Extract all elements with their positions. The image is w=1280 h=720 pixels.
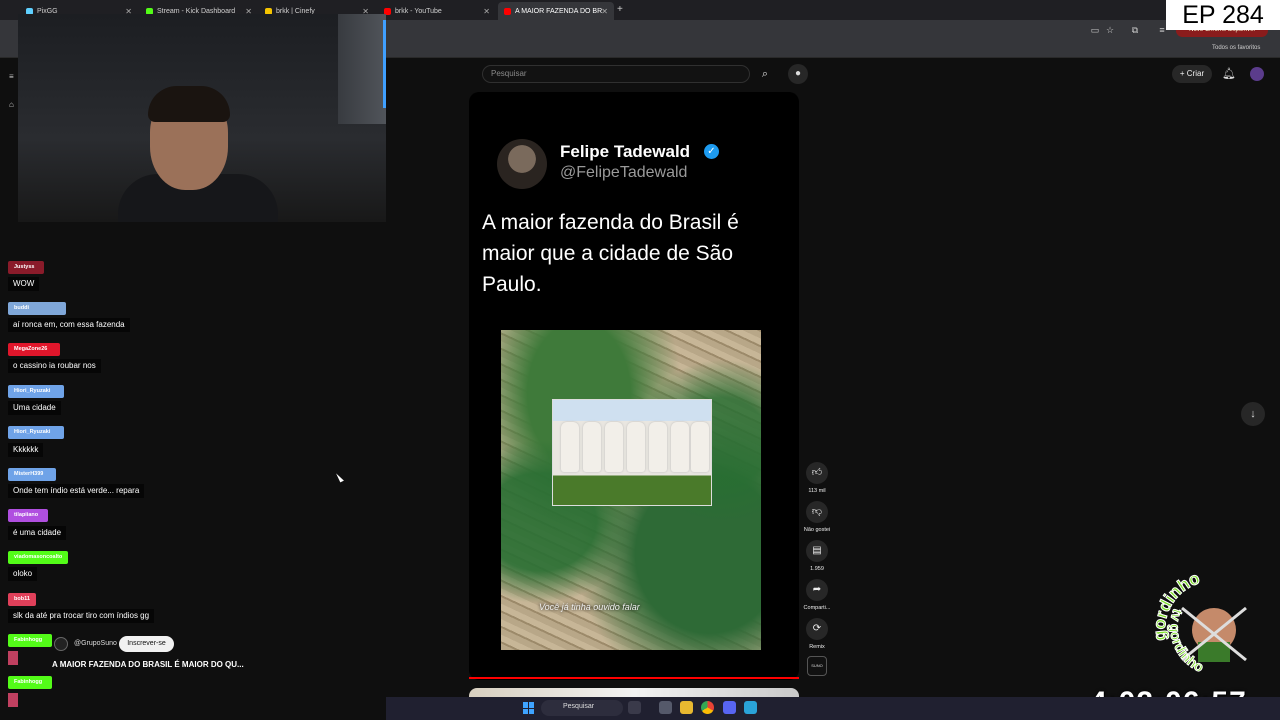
tab-active-video[interactable]: A MAIOR FAZENDA DO BR ✕ [498,2,614,20]
search-input[interactable]: Pesquisar [482,65,750,83]
dislike-label: Não gostei [803,527,831,533]
video-caption: Você já tinha ouvido falar [539,602,640,612]
chat-username[interactable]: Hiori_Ryuzaki [8,426,64,439]
post-author-handle: @FelipeTadewald [560,164,688,181]
chat-username[interactable]: Fabinhogg [8,676,52,689]
chat-message: oloko [8,567,38,581]
chat-username[interactable]: viadomasoncoalto [8,551,69,564]
video-progress-bar[interactable] [469,677,799,679]
chrome-icon[interactable] [701,701,714,714]
cast-icon[interactable]: ▭ [1090,25,1100,35]
windows-start-icon[interactable] [523,702,535,714]
channel-handle[interactable]: @GrupoSuno [74,640,117,647]
comment-count: 1.959 [810,566,824,572]
taskbar-search-label: Pesquisar [563,703,595,710]
create-button[interactable]: + Criar [1172,65,1212,83]
chat-username[interactable]: Fabinhogg [8,634,52,647]
chat-message: é uma cidade [8,526,67,540]
bookmark-star-icon[interactable]: ☆ [1105,25,1115,35]
gordinho-tv-logo: gordinho tv gordinho [1152,568,1247,676]
search-icon[interactable]: ⌕ [754,65,776,83]
chat-username[interactable]: MegaZone26 [8,343,60,356]
share-icon[interactable]: ➦ [806,579,828,601]
chat-username[interactable]: Justyss [8,261,44,274]
close-tab-icon[interactable]: ✕ [601,7,608,16]
like-count: 113 mil [808,488,826,494]
task-view-icon[interactable] [659,701,672,714]
all-bookmarks-link[interactable]: Todos os favoritos [1212,45,1260,51]
video-title: A MAIOR FAZENDA DO BRASIL É MAIOR DO QU.… [52,660,244,669]
bell-icon[interactable]: 🔔︎ [1222,67,1236,80]
streamer-webcam [18,14,386,222]
thumbs-up-icon[interactable]: 👍︎ [806,462,828,484]
post-text: A maior fazenda do Brasil é maior que a … [482,211,739,296]
tab-label: A MAIOR FAZENDA DO BR [515,7,603,15]
mic-icon[interactable]: ● [788,64,808,84]
mouse-cursor [336,471,344,483]
home-icon[interactable]: ⌂ [9,100,14,109]
tab-youtube-channel[interactable]: brkk - YouTube ✕ [378,2,496,20]
chat-username[interactable]: tilapiiano [8,509,48,522]
cattle-herd-image [552,399,712,506]
share-label: Comparti... [803,605,831,611]
thumbs-down-icon[interactable]: 👎︎ [806,501,828,523]
widgets-icon[interactable] [628,701,641,714]
account-avatar[interactable] [1250,67,1264,81]
chat-emote-icon [8,693,18,707]
tab-label: brkk - YouTube [395,7,442,15]
chat-emote-icon [8,651,18,665]
chat-message: aí ronca em, com essa fazenda [8,318,130,332]
chat-message: Uma cidade [8,401,61,415]
channel-avatar[interactable] [54,637,68,651]
chat-username[interactable]: bob11 [8,593,36,606]
chat-username[interactable]: MisterH399 [8,468,56,481]
post-author-name: Felipe Tadewald [560,142,691,161]
post-author-avatar [497,139,547,189]
app-icon[interactable] [744,701,757,714]
verified-badge-icon: ✓ [704,144,719,159]
chat-message: WOW [8,277,40,291]
chat-username[interactable]: Hiori_Ryuzaki [8,385,64,398]
hamburger-menu-icon[interactable]: ≡ [9,72,14,81]
discord-icon[interactable] [723,701,736,714]
chat-message: o cassino ia roubar nos [8,359,101,373]
chat-username[interactable]: buddi [8,302,66,315]
subscribe-button[interactable]: Inscrever-se [119,636,174,652]
create-label: Criar [1186,69,1205,78]
chat-message: Onde tem índio está verde... repara [8,484,145,498]
extensions-icon[interactable]: ⧉ [1130,25,1140,35]
arrow-down-icon[interactable]: ↓ [1241,402,1265,426]
comment-icon[interactable]: ▤ [806,540,828,562]
windows-taskbar [386,697,1280,720]
taskbar-search[interactable]: Pesquisar [541,700,623,716]
remix-icon[interactable]: ⟳ [806,618,828,640]
episode-badge: EP 284 [1166,0,1280,30]
file-explorer-icon[interactable] [680,701,693,714]
close-tab-icon[interactable]: ✕ [483,7,490,16]
channel-thumbnail[interactable]: SUNO [807,656,827,676]
webcam-edge-light [383,20,386,108]
youtube-favicon-icon [504,7,511,15]
chat-message: Kkkkkk [8,443,44,457]
chat-message: slk da até pra trocar tiro com índios gg [8,609,155,623]
remix-label: Remix [809,644,825,650]
new-tab-icon[interactable]: + [617,4,623,15]
